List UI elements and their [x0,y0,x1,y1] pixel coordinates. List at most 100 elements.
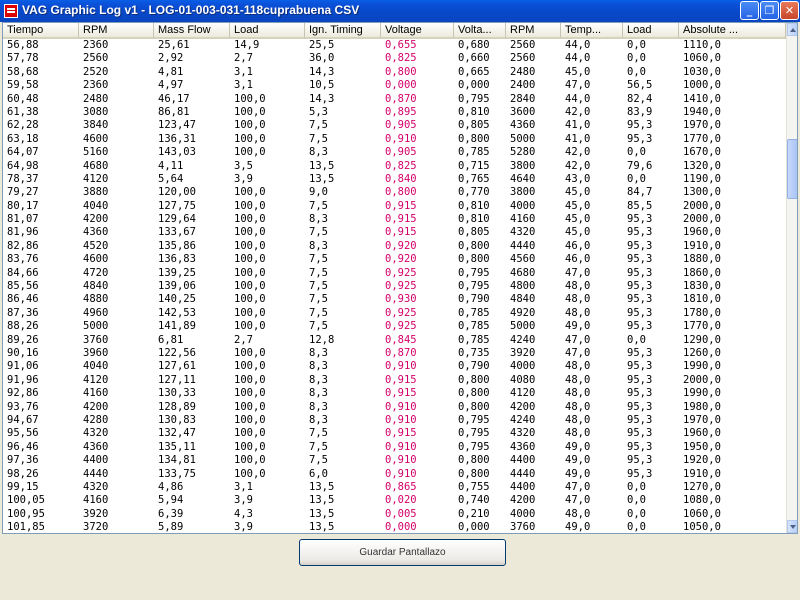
table-row[interactable]: 60,48 2480 46,17 100,0 14,3 0,870 0,795 2840 44,… [3,93,785,106]
cell-voltage-2: 0,795 [458,266,490,279]
column-header-load[interactable]: Load [230,23,305,39]
cell-ign-timing: 7,5 [309,427,328,440]
cell-absolute: 1300,0 [683,186,721,199]
cell-tiempo: 58,68 [7,65,39,78]
data-table[interactable]: Tiempo RPM Mass Flow Load Ign. Timing Voltage… [2,22,798,534]
table-row[interactable]: 57,78 2560 2,92 2,7 36,0 0,825 0,660 2560 44,0 0,… [3,52,785,65]
cell-temp: 46,0 [565,239,591,252]
vertical-scrollbar[interactable] [786,23,797,533]
table-row[interactable]: 63,18 4600 136,31 100,0 7,5 0,910 0,800 5000 41,… [3,133,785,146]
cell-rpm-2: 5000 [510,320,536,333]
cell-load: 2,7 [234,52,253,65]
column-header-ign-timing[interactable]: Ign. Timing [305,23,381,39]
cell-voltage-2: 0,765 [458,172,490,185]
column-header-temp[interactable]: Temp... [561,23,623,39]
save-screenshot-button[interactable]: Guardar Pantallazo [299,539,506,566]
cell-rpm-2: 4240 [510,413,536,426]
cell-absolute: 1000,0 [683,79,721,92]
app-window: VAG Graphic Log v1 - LOG-01-003-031-118c… [0,0,800,600]
table-row[interactable]: 84,66 4720 139,25 100,0 7,5 0,925 0,795 4680 47,… [3,267,785,280]
table-row[interactable]: 56,88 2360 25,61 14,9 25,5 0,655 0,680 2560 44,0… [3,39,785,52]
table-row[interactable]: 81,07 4200 129,64 100,0 8,3 0,915 0,810 4160 45,… [3,213,785,226]
cell-voltage: 0,870 [385,92,417,105]
cell-rpm-2: 4360 [510,440,536,453]
table-row[interactable]: 99,15 4320 4,86 3,1 13,5 0,865 0,755 4400 47,0 0,… [3,481,785,494]
cell-temp: 42,0 [565,159,591,172]
table-row[interactable]: 64,07 5160 143,03 100,0 8,3 0,905 0,785 5280 42,… [3,146,785,159]
cell-tiempo: 93,76 [7,400,39,413]
column-header-voltage-2[interactable]: Volta... [454,23,506,39]
cell-voltage-2: 0,680 [458,39,490,51]
minimize-button[interactable]: _ [740,1,759,20]
table-row[interactable]: 101,85 3720 5,89 3,9 13,5 0,000 0,000 3760 49,0 0… [3,521,785,534]
table-row[interactable]: 78,37 4120 5,64 3,9 13,5 0,840 0,765 4640 43,0 0,… [3,173,785,186]
table-row[interactable]: 92,86 4160 130,33 100,0 8,3 0,915 0,800 4120 48,… [3,387,785,400]
cell-load: 3,1 [234,480,253,493]
cell-rpm-2: 4000 [510,360,536,373]
table-row[interactable]: 64,98 4680 4,11 3,5 13,5 0,825 0,715 3800 42,0 79… [3,160,785,173]
cell-voltage: 0,920 [385,239,417,252]
table-row[interactable]: 93,76 4200 128,89 100,0 8,3 0,910 0,800 4200 48,… [3,401,785,414]
table-row[interactable]: 91,06 4040 127,61 100,0 8,3 0,910 0,790 4000 48,… [3,360,785,373]
cell-rpm: 4320 [83,480,109,493]
column-header-absolute[interactable]: Absolute ... [679,23,786,39]
column-header-voltage[interactable]: Voltage [381,23,454,39]
table-row[interactable]: 62,28 3840 123,47 100,0 7,5 0,905 0,805 4360 41,… [3,119,785,132]
table-row[interactable]: 90,16 3960 122,56 100,0 8,3 0,870 0,735 3920 47,… [3,347,785,360]
cell-absolute: 1920,0 [683,454,721,467]
cell-load-2: 95,3 [627,387,653,400]
cell-mass-flow: 25,61 [158,39,190,51]
table-row[interactable]: 95,56 4320 132,47 100,0 7,5 0,915 0,795 4320 48,… [3,427,785,440]
table-row[interactable]: 81,96 4360 133,67 100,0 7,5 0,915 0,805 4320 45,… [3,226,785,239]
table-row[interactable]: 97,36 4400 134,81 100,0 7,5 0,910 0,800 4400 49,… [3,454,785,467]
table-row[interactable]: 86,46 4880 140,25 100,0 7,5 0,930 0,790 4840 48,… [3,293,785,306]
scrollbar-thumb[interactable] [787,139,797,199]
table-row[interactable]: 89,26 3760 6,81 2,7 12,8 0,845 0,785 4240 47,0 0,… [3,334,785,347]
cell-load: 14,9 [234,39,260,51]
cell-rpm: 3840 [83,119,109,132]
column-header-rpm[interactable]: RPM [79,23,154,39]
cell-temp: 48,0 [565,280,591,293]
table-row[interactable]: 94,67 4280 130,83 100,0 8,3 0,910 0,795 4240 48,… [3,414,785,427]
cell-ign-timing: 8,3 [309,400,328,413]
cell-load-2: 0,0 [627,39,646,51]
title-bar[interactable]: VAG Graphic Log v1 - LOG-01-003-031-118c… [0,0,800,22]
table-row[interactable]: 100,05 4160 5,94 3,9 13,5 0,020 0,740 4200 47,0 0… [3,494,785,507]
table-row[interactable]: 58,68 2520 4,81 3,1 14,3 0,800 0,665 2480 45,0 0,… [3,66,785,79]
cell-tiempo: 98,26 [7,467,39,480]
table-row[interactable]: 80,17 4040 127,75 100,0 7,5 0,915 0,810 4000 45,… [3,200,785,213]
table-row[interactable]: 85,56 4840 139,06 100,0 7,5 0,925 0,795 4800 48,… [3,280,785,293]
table-row[interactable]: 91,96 4120 127,11 100,0 8,3 0,915 0,800 4080 48,… [3,374,785,387]
table-row[interactable]: 79,27 3880 120,00 100,0 9,0 0,800 0,770 3800 45,… [3,186,785,199]
table-row[interactable]: 61,38 3080 86,81 100,0 5,3 0,895 0,810 3600 42,0… [3,106,785,119]
cell-absolute: 1880,0 [683,253,721,266]
cell-mass-flow: 127,11 [158,373,196,386]
cell-rpm-2: 4800 [510,280,536,293]
column-header-load-2[interactable]: Load [623,23,679,39]
scroll-up-arrow-icon[interactable] [787,23,797,36]
table-row[interactable]: 87,36 4960 142,53 100,0 7,5 0,925 0,785 4920 48,… [3,307,785,320]
close-button[interactable]: ✕ [780,1,799,20]
cell-mass-flow: 129,64 [158,213,196,226]
table-row[interactable]: 59,58 2360 4,97 3,1 10,5 0,000 0,000 2400 47,0 56… [3,79,785,92]
column-header-rpm-2[interactable]: RPM [506,23,561,39]
column-header-mass-flow[interactable]: Mass Flow [154,23,230,39]
cell-tiempo: 94,67 [7,413,39,426]
table-row[interactable]: 100,95 3920 6,39 4,3 13,5 0,005 0,210 4000 48,0 0… [3,508,785,521]
cell-load: 100,0 [234,186,266,199]
cell-absolute: 1910,0 [683,467,721,480]
cell-rpm: 3720 [83,521,109,534]
table-row[interactable]: 98,26 4440 133,75 100,0 6,0 0,910 0,800 4440 49,… [3,468,785,481]
table-row[interactable]: 96,46 4360 135,11 100,0 7,5 0,910 0,795 4360 49,… [3,441,785,454]
column-header-tiempo[interactable]: Tiempo [3,23,79,39]
table-row[interactable]: 83,76 4600 136,83 100,0 7,5 0,920 0,800 4560 46,… [3,253,785,266]
cell-voltage-2: 0,795 [458,413,490,426]
table-row[interactable]: 88,26 5000 141,89 100,0 7,5 0,925 0,785 5000 49,… [3,320,785,333]
scroll-down-arrow-icon[interactable] [787,520,797,533]
cell-rpm-2: 2480 [510,65,536,78]
table-row[interactable]: 82,86 4520 135,86 100,0 8,3 0,920 0,800 4440 46,… [3,240,785,253]
maximize-button[interactable]: ❐ [760,1,779,20]
cell-load: 4,3 [234,507,253,520]
cell-ign-timing: 5,3 [309,105,328,118]
cell-temp: 47,0 [565,79,591,92]
